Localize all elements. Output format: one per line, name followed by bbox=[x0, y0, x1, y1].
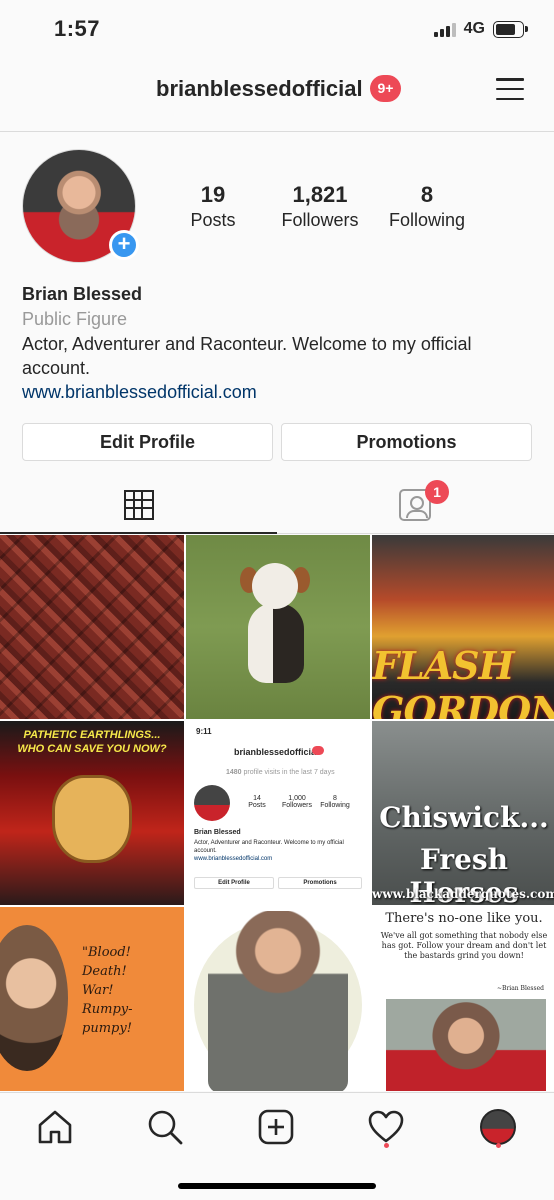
mini-stat-label: Posts bbox=[248, 802, 266, 809]
quote-line: War! bbox=[82, 983, 114, 998]
mini-badge bbox=[312, 746, 324, 755]
signal-icon bbox=[433, 21, 456, 37]
status-indicators: 4G bbox=[433, 20, 528, 38]
mini-visits: 1480 profile visits in the last 7 days bbox=[226, 769, 335, 776]
mini-visits-count: 1480 bbox=[226, 769, 242, 776]
flash-gordon-title: FLASH GORDON bbox=[372, 643, 554, 719]
quote-line: "Blood! bbox=[82, 945, 131, 960]
profile-name: Brian Blessed bbox=[22, 284, 143, 304]
ming-face bbox=[52, 775, 132, 863]
mini-stat-value: 8 bbox=[333, 795, 337, 802]
post-thumbnail-quote[interactable]: "Blood! Death! War! Rumpy-pumpy! bbox=[0, 907, 184, 1091]
post-thumbnail-ming-poster[interactable]: PATHETIC EARTHLINGS... WHO CAN SAVE YOU … bbox=[0, 721, 184, 905]
post-thumbnail-flash-gordon[interactable]: FLASH GORDON bbox=[372, 535, 554, 719]
battery-icon bbox=[493, 20, 528, 38]
quote-line: Rumpy-pumpy! bbox=[82, 1002, 133, 1036]
grid-icon bbox=[124, 490, 154, 520]
quote-text: "Blood! Death! War! Rumpy-pumpy! bbox=[82, 943, 182, 1038]
heart-icon[interactable] bbox=[366, 1107, 406, 1147]
stat-posts[interactable]: 19 Posts bbox=[158, 182, 268, 231]
mini-stat-followers: 1,000 Followers bbox=[280, 795, 314, 809]
mini-profile-screenshot: 9:11 brianblessedofficial 1480 profile v… bbox=[186, 721, 370, 905]
mini-stat-value: 1,000 bbox=[288, 795, 306, 802]
profile-website-link[interactable]: www.brianblessedofficial.com bbox=[22, 382, 257, 403]
mini-name: Brian Blessed bbox=[194, 829, 241, 836]
noone-photo bbox=[386, 999, 546, 1091]
portrait-oval bbox=[0, 925, 68, 1071]
mini-username: brianblessedofficial bbox=[234, 747, 319, 757]
noone-signature: ~Brian Blessed bbox=[496, 985, 544, 992]
mini-promotions: Promotions bbox=[278, 877, 362, 889]
search-icon[interactable] bbox=[145, 1107, 185, 1147]
profile-bio: Brian Blessed Public Figure Actor, Adven… bbox=[22, 284, 532, 403]
mini-time: 9:11 bbox=[196, 727, 212, 736]
activity-dot bbox=[384, 1143, 389, 1148]
mini-edit-profile: Edit Profile bbox=[194, 877, 274, 889]
stat-following-value: 8 bbox=[420, 182, 434, 207]
stat-followers[interactable]: 1,821 Followers bbox=[265, 182, 375, 231]
post-thumbnail-chiswick[interactable]: Chiswick... Fresh Horses www.blackadderq… bbox=[372, 721, 554, 905]
mini-stat-following: 8 Following bbox=[318, 795, 352, 809]
tab-tagged[interactable]: 1 bbox=[277, 478, 554, 534]
notifications-badge[interactable]: 9+ bbox=[370, 75, 401, 102]
promotions-button[interactable]: Promotions bbox=[281, 423, 532, 461]
stat-followers-value: 1,821 bbox=[292, 182, 348, 207]
mini-stat-posts: 14 Posts bbox=[240, 795, 274, 809]
mini-stat-label: Followers bbox=[282, 802, 312, 809]
pointing-man bbox=[208, 911, 348, 1091]
chiswick-line-1: Chiswick... bbox=[379, 801, 549, 834]
edit-profile-button[interactable]: Edit Profile bbox=[22, 423, 273, 461]
stat-followers-label: Followers bbox=[281, 210, 359, 230]
profile-dot bbox=[496, 1143, 501, 1148]
post-thumbnail-pointing[interactable] bbox=[186, 907, 370, 1091]
status-time: 1:57 bbox=[54, 16, 101, 41]
quote-line: Death! bbox=[82, 964, 127, 979]
tab-grid[interactable] bbox=[0, 478, 277, 534]
mini-website: www.brianblessedofficial.com bbox=[194, 856, 273, 862]
stat-posts-label: Posts bbox=[190, 210, 236, 230]
poster-line-1: PATHETIC EARTHLINGS... bbox=[23, 729, 161, 741]
stat-following-label: Following bbox=[388, 210, 466, 230]
mini-bio: Actor, Adventurer and Raconteur. Welcome… bbox=[194, 839, 364, 863]
noone-body: We've all got something that nobody else… bbox=[380, 931, 548, 960]
add-story-icon[interactable]: + bbox=[109, 230, 139, 260]
post-thumbnail-rug[interactable] bbox=[0, 535, 184, 719]
post-thumbnail-noone-like-you[interactable]: There's no-one like you. We've all got s… bbox=[372, 907, 554, 1091]
mini-visits-text: profile visits in the last 7 days bbox=[243, 769, 335, 776]
tagged-badge: 1 bbox=[425, 480, 449, 504]
profile-tabs: 1 bbox=[0, 478, 554, 534]
home-icon[interactable] bbox=[35, 1107, 75, 1147]
mini-bio-text: Actor, Adventurer and Raconteur. Welcome… bbox=[194, 840, 344, 854]
home-indicator bbox=[178, 1183, 376, 1189]
mini-stat-value: 14 bbox=[253, 795, 261, 802]
profile-avatar-icon[interactable] bbox=[478, 1107, 518, 1147]
add-post-icon[interactable] bbox=[256, 1107, 296, 1147]
network-label: 4G bbox=[463, 20, 485, 37]
mini-avatar bbox=[194, 785, 230, 821]
stat-posts-value: 19 bbox=[200, 182, 226, 207]
status-bar: 1:57 4G bbox=[0, 0, 554, 60]
poster-line-2: WHO CAN SAVE YOU NOW? bbox=[17, 743, 167, 755]
profile-header: brianblessedofficial 9+ bbox=[0, 60, 554, 132]
post-thumbnail-profile-screenshot[interactable]: 9:11 brianblessedofficial 1480 profile v… bbox=[186, 721, 370, 905]
mini-stat-label: Following bbox=[320, 802, 350, 809]
profile-description: Actor, Adventurer and Raconteur. Welcome… bbox=[22, 334, 472, 378]
hamburger-icon[interactable] bbox=[496, 78, 524, 100]
stat-following[interactable]: 8 Following bbox=[372, 182, 482, 231]
chiswick-url: www.blackadderquotes.com bbox=[372, 887, 554, 901]
noone-title: There's no-one like you. bbox=[385, 911, 543, 926]
posts-grid: FLASH GORDON PATHETIC EARTHLINGS... WHO … bbox=[0, 535, 554, 1091]
header-username[interactable]: brianblessedofficial bbox=[156, 76, 363, 102]
post-thumbnail-dog[interactable] bbox=[186, 535, 370, 719]
profile-category: Public Figure bbox=[22, 309, 128, 329]
dog-illustration bbox=[240, 563, 310, 693]
